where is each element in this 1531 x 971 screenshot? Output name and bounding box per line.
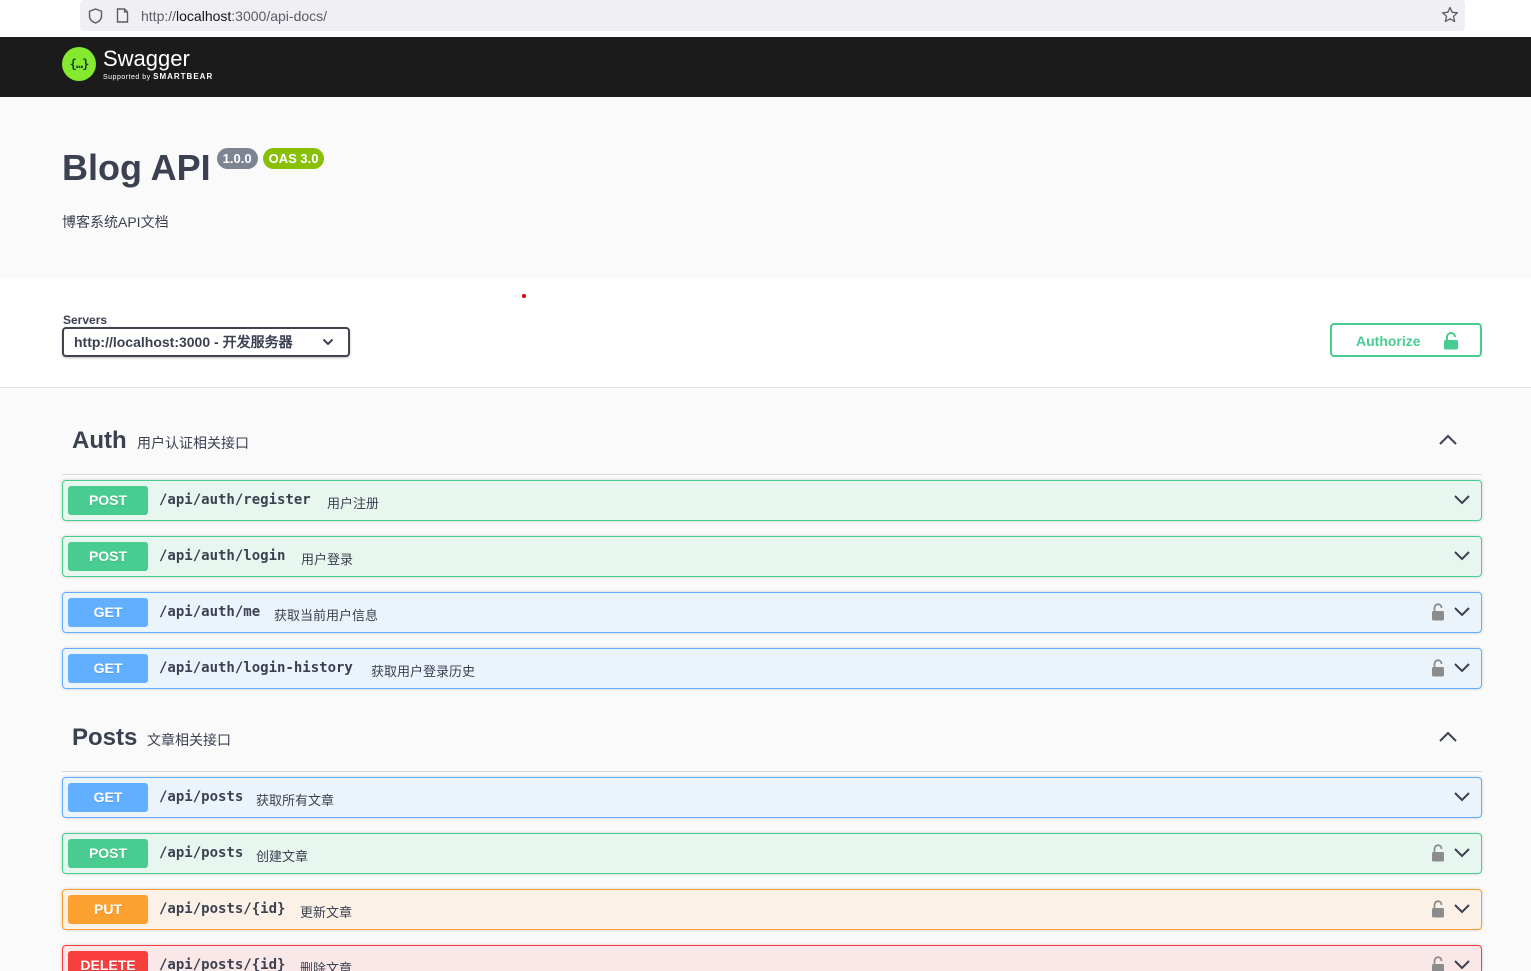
servers-selected-value: http://localhost:3000 - 开发服务器 [74,334,293,350]
chevron-down-icon[interactable] [1453,550,1471,562]
logo-subtitle: Supported by SMARTBEAR [103,72,213,81]
chevron-down-icon [322,338,334,346]
api-info: Blog API 1.0.0 OAS 3.0 博客系统API文档 [0,97,1531,279]
method-badge: POST [68,486,148,515]
method-badge: DELETE [68,951,148,971]
tag-description: 文章相关接口 [147,732,231,748]
api-description: 博客系统API文档 [62,214,169,230]
tag-name: Auth [72,427,127,454]
operation-row[interactable]: POST /api/auth/login 用户登录 [62,536,1482,577]
operation-row[interactable]: PUT /api/posts/{id} 更新文章 [62,889,1482,930]
chevron-down-icon[interactable] [1453,606,1471,618]
operation-path: /api/posts/{id} [159,901,286,917]
operation-summary: 用户注册 [327,496,380,511]
operation-summary: 获取当前用户信息 [274,608,379,623]
operation-summary: 更新文章 [300,905,353,920]
tag-posts[interactable]: Posts 文章相关接口 [62,686,1482,772]
url-host: localhost [176,8,232,24]
address-bar[interactable]: http://localhost:3000/api-docs/ [80,0,1465,31]
operation-row[interactable]: POST /api/auth/register 用户注册 [62,480,1482,521]
chevron-down-icon[interactable] [1453,662,1471,674]
chevron-down-icon[interactable] [1453,494,1471,506]
operation-row[interactable]: GET /api/posts 获取所有文章 [62,777,1482,818]
operation-path: /api/auth/login-history [159,660,353,676]
operation-path: /api/auth/me [159,604,261,620]
authorize-label: Authorize [1356,333,1421,349]
servers-label: Servers [63,313,108,327]
tag-name: Posts [72,724,138,751]
operation-row[interactable]: GET /api/auth/me 获取当前用户信息 [62,592,1482,633]
operation-row[interactable]: DELETE /api/posts/{id} 删除文章 [62,945,1482,971]
chevron-down-icon[interactable] [1453,959,1471,971]
logo-supported: Supported by [103,73,151,81]
operation-path: /api/auth/register [159,492,311,508]
lock-icon[interactable] [1431,844,1445,862]
operation-summary: 删除文章 [300,961,353,971]
title-row: Blog API 1.0.0 OAS 3.0 [62,147,325,189]
chevron-up-icon[interactable] [1438,731,1458,743]
swagger-logo-text: Swagger Supported by SMARTBEAR [103,45,213,81]
swagger-logo-icon: {…} [62,47,96,81]
lock-icon[interactable] [1431,956,1445,971]
version-badge: 1.0.0 [216,148,258,169]
swagger-topbar: {…} Swagger Supported by SMARTBEAR [0,37,1531,97]
operation-path: /api/posts [159,789,244,805]
logo-brand: SMARTBEAR [153,71,214,81]
url-scheme: http:// [141,8,177,24]
method-badge: POST [68,542,148,571]
shield-icon[interactable] [88,8,103,24]
operation-row[interactable]: GET /api/auth/login-history 获取用户登录历史 [62,648,1482,689]
chevron-down-icon[interactable] [1453,847,1471,859]
operation-summary: 获取用户登录历史 [371,664,476,679]
red-dot [522,294,526,298]
servers-select[interactable]: http://localhost:3000 - 开发服务器 [62,327,350,357]
bookmark-star-icon[interactable] [1441,6,1459,24]
chevron-up-icon[interactable] [1438,434,1458,446]
browser-toolbar: http://localhost:3000/api-docs/ [0,0,1531,37]
authorize-button[interactable]: Authorize [1330,323,1482,357]
url-path: :3000/api-docs/ [231,8,328,24]
operation-summary: 获取所有文章 [256,793,335,808]
scheme-container: Servers http://localhost:3000 - 开发服务器 Au… [0,279,1531,388]
url-text[interactable]: http://localhost:3000/api-docs/ [141,8,327,24]
oas-badge: OAS 3.0 [262,148,325,169]
lock-icon[interactable] [1431,659,1445,677]
method-badge: PUT [68,895,148,924]
operation-path: /api/auth/login [159,548,286,564]
tag-auth[interactable]: Auth 用户认证相关接口 [62,389,1482,475]
operation-row[interactable]: POST /api/posts 创建文章 [62,833,1482,874]
lock-icon[interactable] [1431,603,1445,621]
method-badge: POST [68,839,148,868]
operation-summary: 用户登录 [301,552,354,567]
lock-icon[interactable] [1431,900,1445,918]
swagger-logo[interactable]: {…} Swagger Supported by SMARTBEAR [62,47,213,81]
unlock-icon [1444,332,1458,350]
operation-path: /api/posts/{id} [159,957,286,971]
page-icon [116,8,129,23]
operation-path: /api/posts [159,845,244,861]
method-badge: GET [68,598,148,627]
chevron-down-icon[interactable] [1453,791,1471,803]
method-badge: GET [68,654,148,683]
api-title: Blog API [62,147,211,188]
logo-name: Swagger [103,45,190,71]
operation-summary: 创建文章 [256,849,309,864]
chevron-down-icon[interactable] [1453,903,1471,915]
tag-description: 用户认证相关接口 [137,435,249,451]
method-badge: GET [68,783,148,812]
